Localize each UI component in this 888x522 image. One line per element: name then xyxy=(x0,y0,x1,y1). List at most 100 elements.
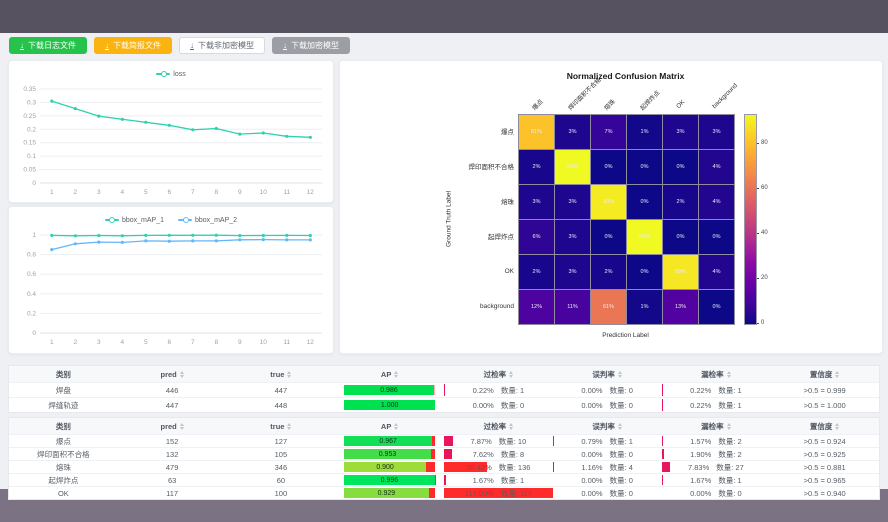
cell-mis: 0.79%数量: 1 xyxy=(553,435,662,447)
sort-icon[interactable] xyxy=(180,423,184,430)
window-top-band xyxy=(0,0,888,33)
col-pred[interactable]: pred xyxy=(118,422,227,431)
confusion-matrix-xlabel: Prediction Label xyxy=(518,332,733,339)
download-plain-model-button[interactable]: ↓ 下载非加密模型 xyxy=(179,37,265,54)
cell-confidence: >0.5 = 1.000 xyxy=(770,401,879,410)
download-log-file-button[interactable]: ↓ 下载日志文件 xyxy=(9,37,87,54)
svg-text:1: 1 xyxy=(50,189,54,196)
sort-icon[interactable] xyxy=(180,371,184,378)
sort-icon[interactable] xyxy=(509,423,513,430)
loss-chart: 00.050.10.150.20.250.30.3512345678910111… xyxy=(9,83,333,201)
col-label: 漏检率 xyxy=(701,369,724,380)
col-pred[interactable]: pred xyxy=(118,370,227,379)
rate-count: 数量: 0 xyxy=(610,475,633,486)
col-class: 类别 xyxy=(9,421,118,432)
rate-count: 数量: 1 xyxy=(718,475,741,486)
cell-pred: 117 xyxy=(118,489,227,498)
col-label: 误判率 xyxy=(592,421,615,432)
legend-marker-icon xyxy=(156,71,170,78)
cell-mis: 1.16%数量: 4 xyxy=(553,461,662,473)
cell-confidence: >0.5 = 0.881 xyxy=(770,463,879,472)
colorbar xyxy=(744,114,757,325)
toolbar: ↓ 下载日志文件 ↓ 下载简报文件 ↓ 下载非加密模型 ↓ 下载加密模型 xyxy=(9,37,350,54)
cm-cell: 0% xyxy=(591,150,626,184)
col-over[interactable]: 过检率 xyxy=(444,421,553,432)
col-conf[interactable]: 置信度 xyxy=(770,421,879,432)
sort-icon[interactable] xyxy=(509,371,513,378)
svg-text:0: 0 xyxy=(32,330,36,337)
col-true[interactable]: true xyxy=(227,370,336,379)
rate-count: 数量: 136 xyxy=(499,462,531,473)
rate-count: 数量: 2 xyxy=(718,449,741,460)
cell-class: OK xyxy=(9,489,118,498)
col-label: AP xyxy=(381,422,391,431)
cm-cell: 0% xyxy=(627,150,662,184)
rate-percent: 0.22% xyxy=(690,401,711,410)
sort-icon[interactable] xyxy=(727,371,731,378)
sort-icon[interactable] xyxy=(394,371,398,378)
cm-cell: 0% xyxy=(699,220,734,254)
svg-text:6: 6 xyxy=(167,339,171,346)
cell-over: 1.67%数量: 1 xyxy=(444,474,553,486)
col-miss[interactable]: 漏检率 xyxy=(662,421,771,432)
legend-item-loss[interactable]: loss xyxy=(156,71,185,78)
legend-item-bbox_mAP_2[interactable]: bbox_mAP_2 xyxy=(178,217,237,224)
cell-class: 熔珠 xyxy=(9,462,118,473)
cm-cell: 3% xyxy=(663,115,698,149)
sort-icon[interactable] xyxy=(394,423,398,430)
download-encrypted-model-button[interactable]: ↓ 下载加密模型 xyxy=(272,37,350,54)
svg-text:4: 4 xyxy=(120,189,124,196)
summary-table: 类别 pred true AP 过检率 误判率 漏检率 置信度 焊盘 446 4… xyxy=(8,365,880,413)
col-label: 类别 xyxy=(56,421,71,432)
rate-percent: 7.62% xyxy=(473,450,494,459)
legend-item-bbox_mAP_1[interactable]: bbox_mAP_1 xyxy=(105,217,164,224)
rate-percent: 7.83% xyxy=(688,463,709,472)
cell-miss: 1.90%数量: 2 xyxy=(662,448,771,460)
rate-count: 数量: 117 xyxy=(501,488,532,499)
cm-cell: 0% xyxy=(663,220,698,254)
sort-icon[interactable] xyxy=(835,423,839,430)
svg-text:11: 11 xyxy=(283,339,290,346)
svg-text:0.25: 0.25 xyxy=(23,113,36,120)
ap-bar: 0.900 xyxy=(344,462,435,472)
cm-cell: 6% xyxy=(519,220,554,254)
col-true[interactable]: true xyxy=(227,422,336,431)
sort-icon[interactable] xyxy=(618,371,622,378)
sort-icon[interactable] xyxy=(287,371,291,378)
cell-mis: 0.00%数量: 0 xyxy=(553,398,662,412)
col-label: pred xyxy=(160,370,176,379)
cell-miss: 0.22%数量: 1 xyxy=(662,383,771,397)
col-ap[interactable]: AP xyxy=(335,370,444,379)
table-row: 焊印面积不合格 132 105 0.953 7.62%数量: 80.00%数量:… xyxy=(9,447,879,460)
download-icon: ↓ xyxy=(283,42,287,50)
col-miss[interactable]: 漏检率 xyxy=(662,369,771,380)
sort-icon[interactable] xyxy=(618,423,622,430)
cm-cell: 1% xyxy=(627,290,662,324)
svg-text:5: 5 xyxy=(144,189,148,196)
sort-icon[interactable] xyxy=(727,423,731,430)
svg-text:0.2: 0.2 xyxy=(27,310,36,317)
sort-icon[interactable] xyxy=(287,423,291,430)
col-mis[interactable]: 误判率 xyxy=(553,421,662,432)
cell-true: 100 xyxy=(227,489,336,498)
cm-cell: 90% xyxy=(591,185,626,219)
cell-mis: 0.00%数量: 0 xyxy=(553,383,662,397)
cm-cell: 2% xyxy=(519,150,554,184)
legend-label: bbox_mAP_2 xyxy=(195,217,237,224)
col-mis[interactable]: 误判率 xyxy=(553,369,662,380)
map-chart-legend: bbox_mAP_1 bbox_mAP_2 xyxy=(9,207,333,229)
svg-text:10: 10 xyxy=(260,189,268,196)
sort-icon[interactable] xyxy=(835,371,839,378)
col-over[interactable]: 过检率 xyxy=(444,369,553,380)
col-ap[interactable]: AP xyxy=(335,422,444,431)
cm-row-label: background xyxy=(360,289,519,323)
svg-text:4: 4 xyxy=(120,339,124,346)
cell-pred: 63 xyxy=(118,476,227,485)
cell-class: 起焊炸点 xyxy=(9,475,118,486)
table-row: 起焊炸点 63 60 0.996 1.67%数量: 10.00%数量: 01.6… xyxy=(9,473,879,486)
col-conf[interactable]: 置信度 xyxy=(770,369,879,380)
colorbar-tick-label: 60 xyxy=(761,185,768,191)
download-report-file-button[interactable]: ↓ 下载简报文件 xyxy=(94,37,172,54)
svg-text:8: 8 xyxy=(214,189,218,196)
cm-cell: 3% xyxy=(555,220,590,254)
